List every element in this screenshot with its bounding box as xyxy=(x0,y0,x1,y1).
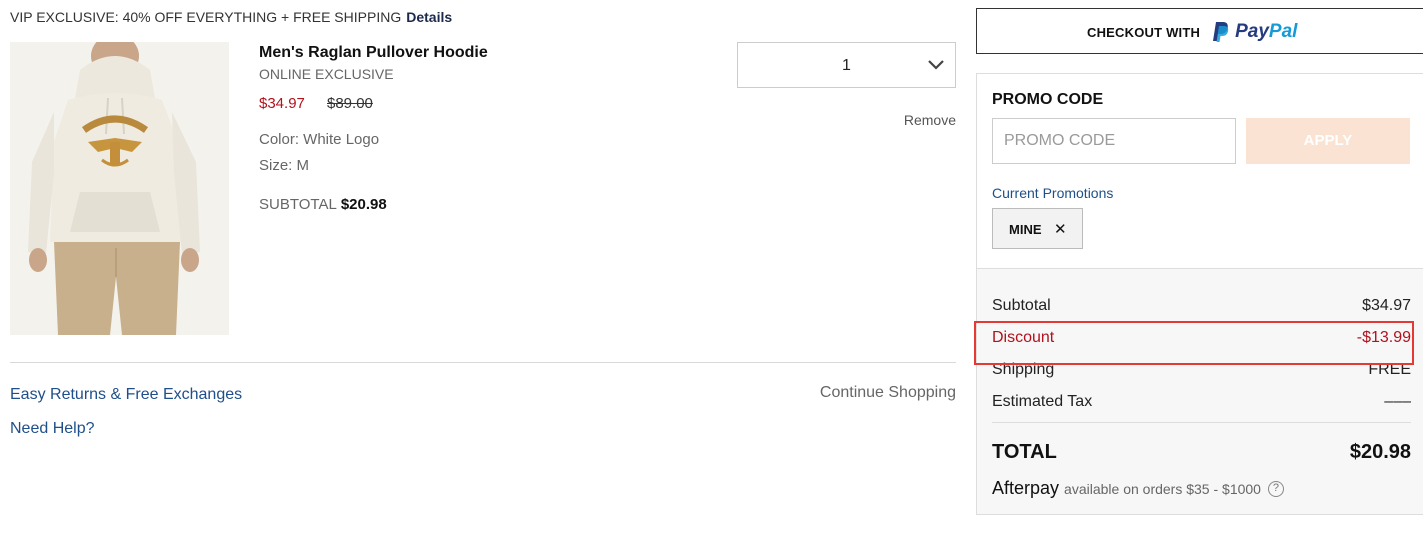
summary-shipping-value: FREE xyxy=(1368,361,1411,378)
item-subtotal-value: $20.98 xyxy=(340,196,387,213)
details-link[interactable]: Details xyxy=(406,9,452,25)
summary-subtotal-value: $34.97 xyxy=(1362,297,1411,314)
original-price: $89.00 xyxy=(327,95,373,112)
promo-title: PROMO CODE xyxy=(992,91,1104,108)
promo-section: PROMO CODE APPLY Current Promotions MINE… xyxy=(977,74,1423,269)
easy-returns-link[interactable]: Easy Returns & Free Exchanges xyxy=(10,386,242,404)
promo-banner: VIP EXCLUSIVE: 40% OFF EVERYTHING + FREE… xyxy=(10,9,452,25)
order-summary-panel: PROMO CODE APPLY Current Promotions MINE… xyxy=(976,73,1423,515)
need-help-link[interactable]: Need Help? xyxy=(10,420,95,438)
product-image[interactable] xyxy=(10,42,229,335)
sale-price: $34.97 xyxy=(259,95,305,112)
summary-discount-value: -$13.99 xyxy=(1356,329,1411,346)
close-icon[interactable]: ✕ xyxy=(1054,220,1067,238)
paypal-icon xyxy=(1213,22,1229,42)
quantity-select[interactable]: 1 xyxy=(737,42,956,88)
summary-divider xyxy=(992,422,1411,423)
help-icon[interactable]: ? xyxy=(1267,480,1284,497)
applied-promo-chip[interactable]: MINE ✕ xyxy=(992,208,1083,249)
summary-tax-value: ––– xyxy=(1384,393,1411,410)
summary-tax-label: Estimated Tax xyxy=(992,393,1093,410)
afterpay-brand: Afterpay xyxy=(992,478,1060,498)
product-size: Size: M xyxy=(259,157,310,174)
current-promotions-label: Current Promotions xyxy=(992,185,1114,201)
summary-discount-label: Discount xyxy=(992,329,1055,346)
afterpay-note: available on orders $35 - $1000 xyxy=(1064,480,1261,497)
chevron-down-icon xyxy=(928,60,944,70)
paypal-logo: PayPal xyxy=(1212,21,1297,43)
summary-total-label: TOTAL xyxy=(992,441,1057,463)
paypal-checkout-label: CHECKOUT WITH xyxy=(1087,24,1201,40)
apply-button[interactable]: APPLY xyxy=(1246,118,1410,164)
product-name[interactable]: Men's Raglan Pullover Hoodie xyxy=(259,44,488,62)
hoodie-image-icon xyxy=(10,42,229,335)
promo-code-input[interactable] xyxy=(992,118,1236,164)
paypal-wordmark: PayPal xyxy=(1235,21,1297,43)
applied-promo-code: MINE xyxy=(1009,222,1042,237)
continue-shopping-link[interactable]: Continue Shopping xyxy=(820,384,956,402)
remove-item-link[interactable]: Remove xyxy=(904,112,956,128)
quantity-value: 1 xyxy=(842,57,851,74)
paypal-pal: Pal xyxy=(1268,21,1298,42)
paypal-pay: Pay xyxy=(1235,21,1269,42)
summary-total-value: $20.98 xyxy=(1349,441,1411,463)
online-exclusive-tag: ONLINE EXCLUSIVE xyxy=(259,66,394,82)
summary-shipping-label: Shipping xyxy=(992,361,1055,378)
product-color: Color: White Logo xyxy=(259,131,380,148)
paypal-checkout-button[interactable]: CHECKOUT WITH PayPal xyxy=(976,8,1423,54)
item-subtotal-label: SUBTOTAL xyxy=(259,196,337,213)
afterpay-info: Afterpay available on orders $35 - $1000… xyxy=(992,478,1284,499)
promo-banner-text: VIP EXCLUSIVE: 40% OFF EVERYTHING + FREE… xyxy=(10,9,402,25)
summary-subtotal-label: Subtotal xyxy=(992,297,1051,314)
item-subtotal: SUBTOTAL $20.98 xyxy=(259,196,387,213)
section-divider xyxy=(10,362,956,363)
